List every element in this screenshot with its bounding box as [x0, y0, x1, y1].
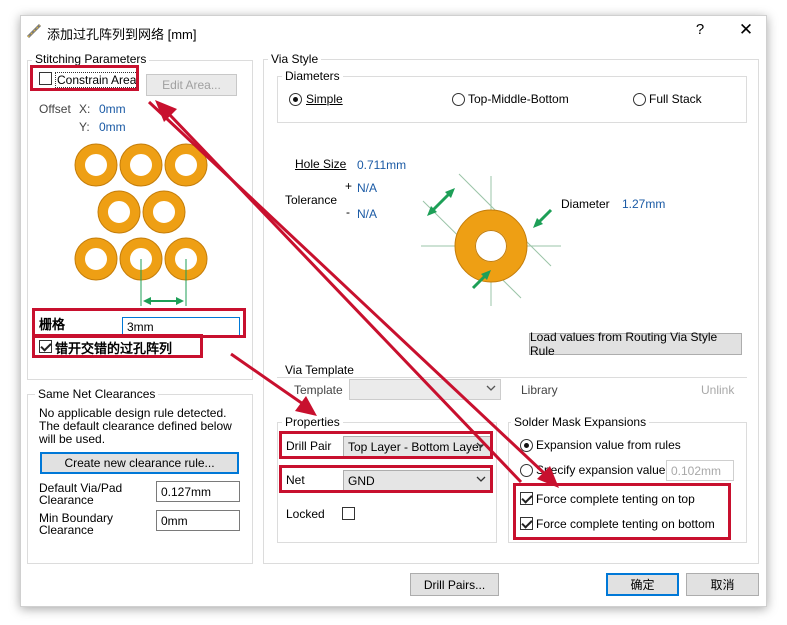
add-via-array-dialog: 添加过孔阵列到网络 [mm] ? ✕ Stitching Parameters …: [20, 15, 767, 607]
annotation-arrow: [230, 352, 304, 406]
annotation-arrows: [147, 100, 559, 488]
annotation-arrow: [147, 100, 547, 476]
